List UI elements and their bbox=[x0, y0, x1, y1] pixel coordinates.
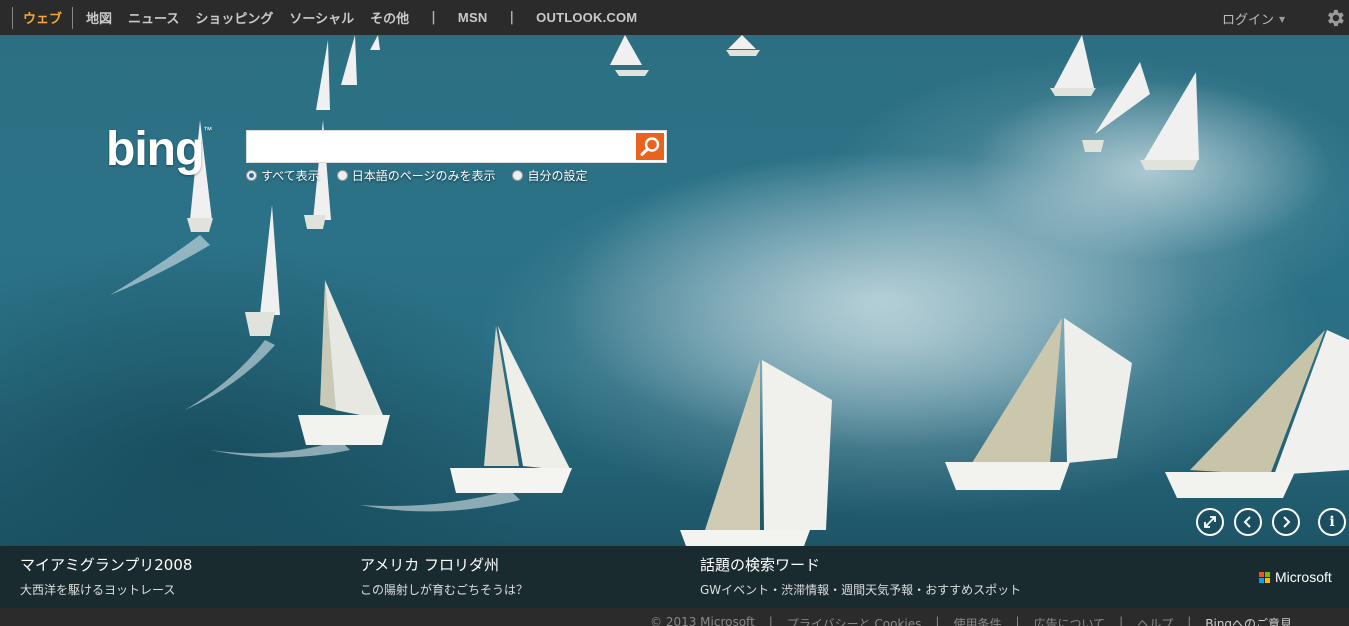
nav-shopping[interactable]: ショッピング bbox=[187, 8, 281, 27]
nav-divider bbox=[72, 6, 74, 29]
sailboats-illustration bbox=[110, 35, 1349, 546]
fullscreen-button[interactable] bbox=[1196, 508, 1224, 536]
login-menu[interactable]: ログイン ▼ bbox=[1222, 9, 1285, 28]
chevron-down-icon: ▼ bbox=[1279, 15, 1286, 24]
footer-feedback-link[interactable]: Bingへのご意見 bbox=[1205, 615, 1292, 626]
nav-more[interactable]: その他 bbox=[362, 8, 417, 27]
hotspot-title: 話題の検索ワード bbox=[700, 556, 821, 574]
nav-outlook[interactable]: OUTLOOK.COM bbox=[528, 10, 645, 25]
hotspot-miami-grand-prix[interactable]: マイアミグランプリ2008 大西洋を駆けるヨットレース bbox=[20, 554, 192, 598]
login-label: ログイン bbox=[1222, 13, 1275, 28]
hotspot-subtitle: 大西洋を駆けるヨットレース bbox=[20, 583, 176, 597]
nav-social[interactable]: ソーシャル bbox=[281, 8, 362, 27]
fullscreen-icon bbox=[1204, 516, 1216, 528]
logo-trademark: ™ bbox=[203, 125, 212, 135]
footer-privacy-link[interactable]: プライバシーと Cookies bbox=[787, 615, 922, 626]
footer-separator: | bbox=[935, 615, 940, 626]
filter-japanese-label: 日本語のページのみを表示 bbox=[351, 169, 496, 183]
footer-separator: | bbox=[768, 615, 773, 626]
radio[interactable] bbox=[336, 170, 348, 181]
info-icon: i bbox=[1329, 514, 1335, 530]
hotspot-title: マイアミグランプリ2008 bbox=[20, 556, 193, 574]
microsoft-wordmark: Microsoft bbox=[1275, 569, 1332, 585]
previous-image-button[interactable] bbox=[1234, 508, 1262, 536]
hotspot-title: アメリカ フロリダ州 bbox=[360, 556, 500, 574]
footer-terms-link[interactable]: 使用条件 bbox=[953, 615, 1001, 626]
nav-separator: | bbox=[509, 10, 515, 25]
hotspot-subtitle: GWイベント・渋滞情報・週間天気予報・おすすめスポット bbox=[700, 583, 1022, 597]
hotspot-trending-searches[interactable]: 話題の検索ワード GWイベント・渋滞情報・週間天気予報・おすすめスポット bbox=[700, 554, 1021, 598]
footer: © 2013 Microsoft | プライバシーと Cookies | 使用条… bbox=[0, 608, 1349, 626]
footer-help-link[interactable]: ヘルプ bbox=[1137, 615, 1173, 626]
footer-advertise-link[interactable]: 広告について bbox=[1034, 615, 1106, 626]
search-box bbox=[246, 130, 667, 163]
gear-icon[interactable] bbox=[1324, 7, 1346, 29]
bing-logo[interactable]: bing™ bbox=[106, 122, 212, 177]
hotspot-subtitle: この陽射しが育むごちそうは？ bbox=[360, 583, 529, 597]
footer-separator: | bbox=[1015, 615, 1020, 626]
background-photo bbox=[0, 35, 1349, 546]
search-button[interactable] bbox=[636, 133, 664, 160]
filter-all[interactable]: すべて表示 bbox=[246, 167, 320, 184]
nav-maps[interactable]: 地図 bbox=[78, 8, 120, 27]
search-input[interactable] bbox=[247, 131, 633, 162]
search-icon bbox=[640, 137, 660, 156]
microsoft-logo[interactable]: Microsoft bbox=[1259, 569, 1332, 585]
filter-all-label: すべて表示 bbox=[261, 169, 320, 183]
filter-custom[interactable]: 自分の設定 bbox=[512, 167, 587, 184]
footer-separator: | bbox=[1119, 615, 1124, 626]
nav-news[interactable]: ニュース bbox=[120, 8, 187, 27]
nav-msn[interactable]: MSN bbox=[450, 10, 496, 25]
radio-selected[interactable] bbox=[246, 170, 257, 181]
filter-japanese-only[interactable]: 日本語のページのみを表示 bbox=[336, 167, 496, 184]
logo-wordmark: bing bbox=[106, 123, 204, 176]
microsoft-logo-icon bbox=[1259, 571, 1270, 583]
radio[interactable] bbox=[512, 170, 524, 181]
nav-web[interactable]: ウェブ bbox=[13, 8, 72, 27]
hotspot-strip: マイアミグランプリ2008 大西洋を駆けるヨットレース アメリカ フロリダ州 こ… bbox=[0, 546, 1349, 608]
nav-separator: | bbox=[431, 10, 436, 25]
next-image-button[interactable] bbox=[1272, 508, 1300, 536]
hotspot-florida[interactable]: アメリカ フロリダ州 この陽射しが育むごちそうは？ bbox=[360, 554, 528, 598]
previous-icon bbox=[1243, 516, 1251, 528]
next-icon bbox=[1283, 516, 1291, 528]
footer-copyright: © 2013 Microsoft bbox=[650, 615, 755, 626]
footer-separator: | bbox=[1187, 615, 1192, 626]
filter-custom-label: 自分の設定 bbox=[527, 169, 588, 183]
info-button[interactable]: i bbox=[1318, 508, 1346, 536]
top-navigation-bar: ウェブ 地図 ニュース ショッピング ソーシャル その他 | MSN | OUT… bbox=[0, 0, 1349, 35]
search-scope-options: すべて表示 日本語のページのみを表示 自分の設定 bbox=[246, 167, 604, 184]
